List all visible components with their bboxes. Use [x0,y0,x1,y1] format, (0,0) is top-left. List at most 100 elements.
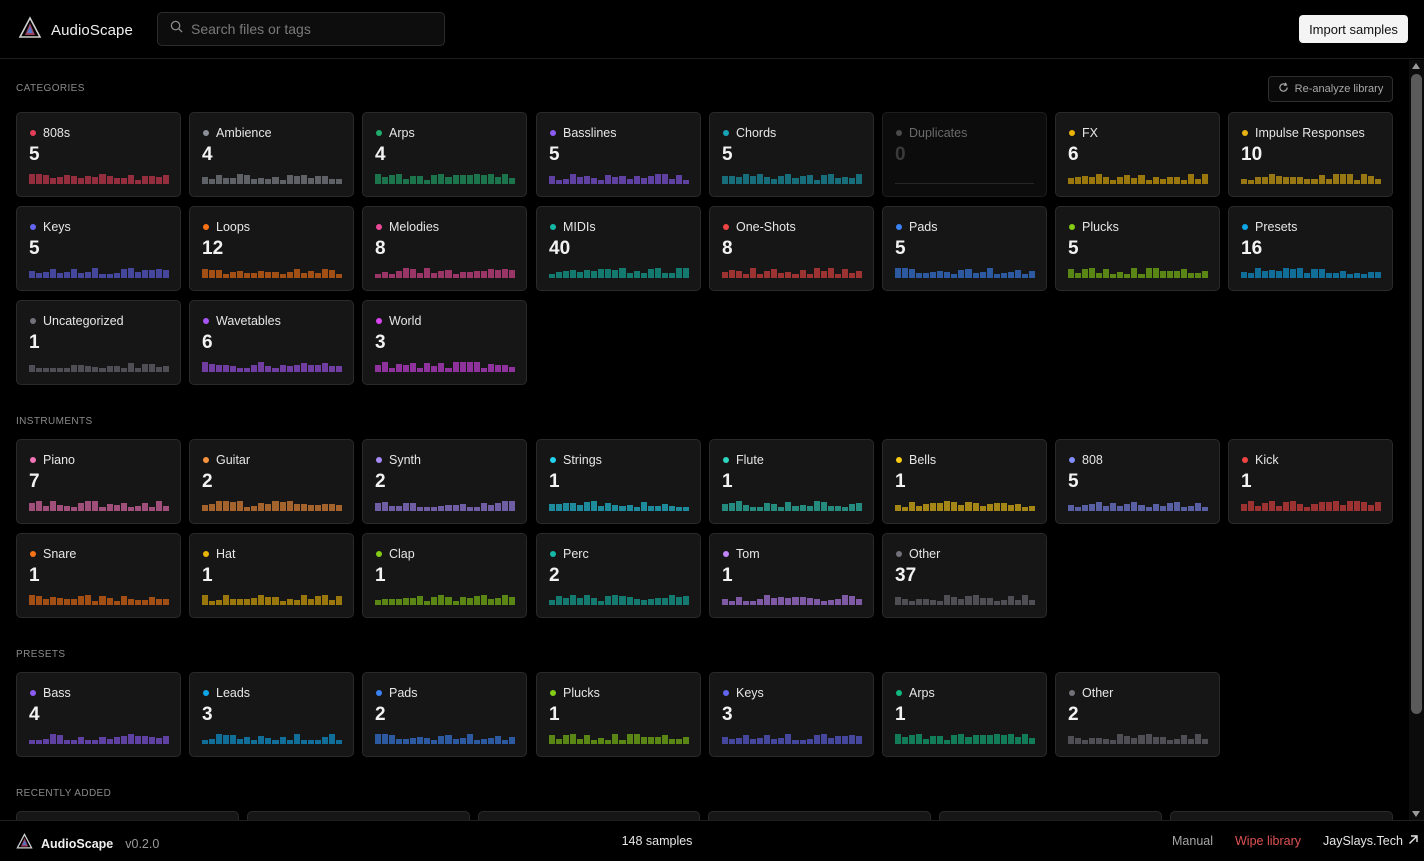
waveform-bar [85,501,92,511]
waveform-bar [328,734,335,744]
site-link[interactable]: JaySlays.Tech [1323,834,1418,848]
waveform-bar [202,362,209,372]
waveform-bar [640,502,647,511]
scroll-down-arrow-icon[interactable] [1412,811,1420,817]
waveform-bar [438,736,445,744]
card-bass[interactable]: Bass 4 [16,672,181,757]
card-plucks[interactable]: Plucks 5 [1055,206,1220,291]
card-melodies[interactable]: Melodies 8 [362,206,527,291]
card-impulse-responses[interactable]: Impulse Responses 10 [1228,112,1393,197]
card-808[interactable]: 808 5 [1055,439,1220,524]
card-pads[interactable]: Pads 2 [362,672,527,757]
waveform-bar [265,504,272,511]
card-synth[interactable]: Synth 2 [362,439,527,524]
color-dot-icon [1242,457,1248,463]
recent-sample-card[interactable] [16,811,239,820]
recent-sample-card[interactable] [1170,811,1393,820]
waveform-bar [293,504,300,511]
mini-waveform [722,497,862,511]
wipe-library-link[interactable]: Wipe library [1235,834,1301,848]
card-flute[interactable]: Flute 1 [709,439,874,524]
card-basslines[interactable]: Basslines 5 [536,112,701,197]
manual-link[interactable]: Manual [1172,834,1213,848]
waveform-bar [1028,738,1035,744]
card-other[interactable]: Other 2 [1055,672,1220,757]
waveform-bar [1318,502,1325,511]
card-count: 5 [1068,238,1079,259]
waveform-bar [155,738,162,744]
card-tom[interactable]: Tom 1 [709,533,874,618]
card-wavetables[interactable]: Wavetables 6 [189,300,354,385]
waveform-bar [230,178,237,184]
library-overview[interactable]: CATEGORIES Re-analyze library 808s 5 Ambie… [0,60,1409,820]
waveform-bar [937,503,944,511]
card-kick[interactable]: Kick 1 [1228,439,1393,524]
card-perc[interactable]: Perc 2 [536,533,701,618]
search-input[interactable] [191,21,431,37]
waveform-bar [244,368,251,372]
waveform-bar [223,178,230,184]
recent-sample-card[interactable] [708,811,931,820]
waveform-bar [1173,502,1180,511]
card-ambience[interactable]: Ambience 4 [189,112,354,197]
card-arps[interactable]: Arps 4 [362,112,527,197]
card-arps[interactable]: Arps 1 [882,672,1047,757]
card-snare[interactable]: Snare 1 [16,533,181,618]
waveform-bar [771,269,778,278]
reanalyze-library-button[interactable]: Re-analyze library [1268,76,1393,102]
recent-sample-card[interactable] [247,811,470,820]
card-pads[interactable]: Pads 5 [882,206,1047,291]
recent-sample-card[interactable] [939,811,1162,820]
waveform-bar [661,174,668,184]
card-keys[interactable]: Keys 3 [709,672,874,757]
card-chords[interactable]: Chords 5 [709,112,874,197]
card-plucks[interactable]: Plucks 1 [536,672,701,757]
waveform-bar [820,502,827,511]
waveform-bar [141,736,148,744]
card-keys[interactable]: Keys 5 [16,206,181,291]
waveform-bar [902,268,909,278]
waveform-bar [930,736,937,744]
waveform-bar [148,737,155,744]
waveform-bar [591,271,598,278]
waveform-bar [71,740,78,744]
card-label: Piano [43,453,75,467]
import-samples-button[interactable]: Import samples [1299,15,1408,43]
waveform-bar [729,176,736,184]
card-label: Wavetables [216,314,281,328]
card-loops[interactable]: Loops 12 [189,206,354,291]
mini-waveform [895,591,1035,605]
search-box[interactable] [157,12,445,46]
main-scrollbar[interactable] [1409,60,1424,820]
card-one-shots[interactable]: One-Shots 8 [709,206,874,291]
app-logo[interactable]: AudioScape [18,16,133,45]
card-presets[interactable]: Presets 16 [1228,206,1393,291]
scroll-up-arrow-icon[interactable] [1412,63,1420,69]
waveform-bar [729,601,736,605]
scrollbar-thumb[interactable] [1411,74,1422,714]
card-piano[interactable]: Piano 7 [16,439,181,524]
waveform-bar [930,272,937,278]
card-bells[interactable]: Bells 1 [882,439,1047,524]
waveform-bar [841,736,848,744]
card-strings[interactable]: Strings 1 [536,439,701,524]
waveform-bar [382,362,389,372]
waveform-bar [1304,273,1311,278]
card-other[interactable]: Other 37 [882,533,1047,618]
waveform-bar [438,363,445,372]
card-hat[interactable]: Hat 1 [189,533,354,618]
card-label: Melodies [389,220,440,234]
card-guitar[interactable]: Guitar 2 [189,439,354,524]
card-midis[interactable]: MIDIs 40 [536,206,701,291]
waveform-bar [480,175,487,184]
card-fx[interactable]: FX 6 [1055,112,1220,197]
waveform-bar [1180,735,1187,744]
card-808s[interactable]: 808s 5 [16,112,181,197]
card-world[interactable]: World 3 [362,300,527,385]
recent-sample-card[interactable] [478,811,700,820]
card-uncategorized[interactable]: Uncategorized 1 [16,300,181,385]
card-leads[interactable]: Leads 3 [189,672,354,757]
color-dot-icon [1069,130,1075,136]
card-clap[interactable]: Clap 1 [362,533,527,618]
waveform-bar [750,739,757,744]
